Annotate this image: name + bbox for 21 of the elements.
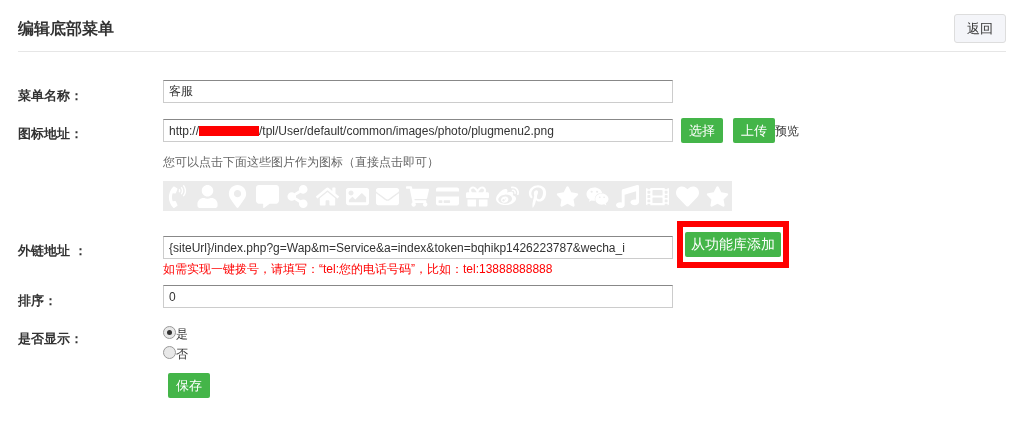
text-field[interactable]: 客服 — [163, 80, 673, 103]
back-button[interactable]: 返回 — [954, 14, 1006, 43]
field-label: 排序： — [18, 293, 57, 308]
hint-text: 您可以点击下面这些图片作为图标（直接点击即可） — [163, 154, 440, 171]
redaction-bar — [199, 125, 260, 136]
icon-url-field[interactable]: http:// /tpl/User/default/common/images/photo/plugmenu2.png — [163, 119, 673, 142]
field-label: 外链地址 ： — [18, 243, 87, 258]
field-label: 菜单名称： — [18, 88, 83, 103]
link-url-field[interactable]: {siteUrl}/index.php?g=Wap&m=Service&a=index&token=bqhikp1426223787&wecha_i — [163, 236, 673, 259]
note-text: 如需实现一键拨号，请填写：“tel:您的电话号码”，比如：tel:13888888888 — [163, 261, 554, 278]
radio-label: 否 — [176, 346, 188, 363]
radio-label: 是 — [176, 326, 188, 343]
radio-button[interactable] — [163, 326, 176, 339]
text-field[interactable]: 0 — [163, 285, 673, 308]
field-label: 是否显示： — [18, 331, 83, 346]
preview-link[interactable]: 预览 — [775, 121, 799, 140]
radio-button[interactable] — [163, 346, 176, 359]
page-title: 编辑底部菜单 — [18, 18, 114, 39]
url-text: http:// — [169, 122, 200, 140]
field-label: 图标地址： — [18, 126, 83, 141]
url-text: /tpl/User/default/common/images/photo/plugmenu2.png — [259, 122, 554, 140]
